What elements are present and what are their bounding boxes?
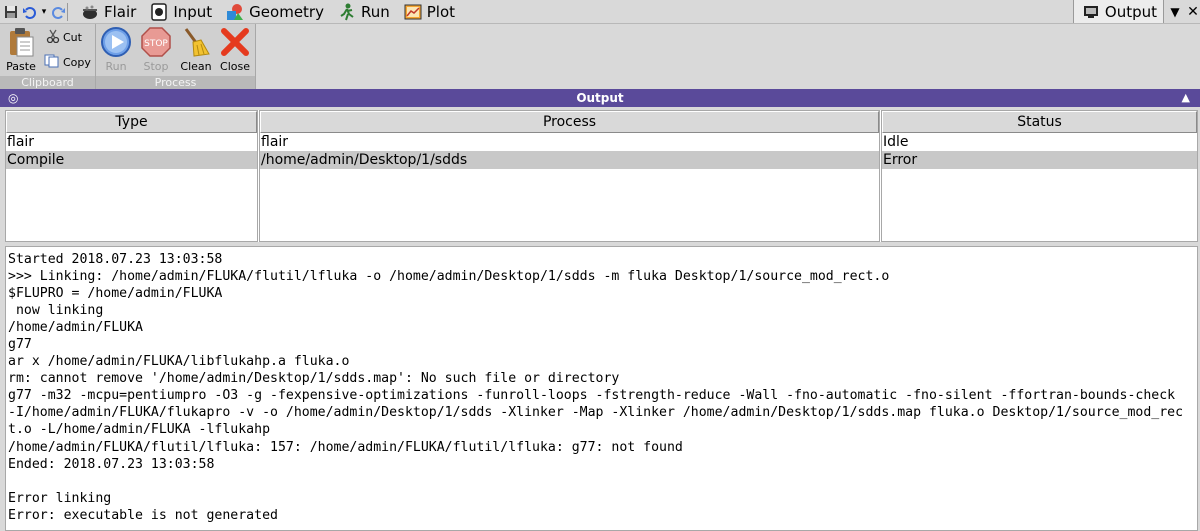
run-button[interactable]: Run (96, 26, 136, 73)
copy-button[interactable]: Copy (44, 54, 91, 71)
output-panel-header: ◎ Output ▲ (0, 89, 1200, 107)
run-play-icon (100, 26, 132, 58)
pin-icon[interactable]: ◎ (8, 89, 18, 107)
table-row[interactable]: Error (882, 151, 1197, 169)
tab-dropdown-icon[interactable]: ▼ (1164, 0, 1186, 23)
tab-output[interactable]: Output (1072, 0, 1164, 23)
run-label: Run (105, 60, 127, 73)
paste-button[interactable]: Paste (1, 26, 41, 73)
scissors-icon (46, 29, 60, 46)
tab-close-icon[interactable]: ✕ (1186, 0, 1200, 23)
input-card-icon (150, 2, 168, 21)
clean-button[interactable]: Clean (176, 26, 216, 73)
collapse-icon[interactable]: ▲ (1182, 89, 1190, 107)
close-label: Close (220, 60, 250, 73)
undo-icon[interactable] (21, 4, 37, 20)
table-row[interactable]: Idle (882, 133, 1197, 151)
redo-icon[interactable] (51, 4, 67, 20)
log-line: -I/home/admin/FLUKA/flukapro -v -o /home… (8, 405, 1184, 421)
log-line: >>> Linking: /home/admin/FLUKA/flutil/lf… (8, 269, 890, 285)
output-panel-title: Output (576, 91, 624, 105)
paste-label: Paste (6, 60, 36, 73)
tab-flair-label: Flair (104, 2, 137, 21)
toolbar-separator (67, 2, 71, 21)
process-group: Run STOP Stop Clean Close Process (96, 24, 256, 90)
stop-button[interactable]: STOP Stop (136, 26, 176, 73)
table-row[interactable]: Compile (6, 151, 257, 169)
status-column: Status Idle Error (881, 110, 1198, 242)
flair-cauldron-icon (81, 3, 99, 21)
log-line: rm: cannot remove '/home/admin/Desktop/1… (8, 371, 620, 387)
log-line: /home/admin/FLUKA/flutil/lfluka: 157: /h… (8, 439, 683, 455)
ribbon: Paste Cut Copy Clipboard Run STOP Stop C… (0, 23, 1200, 90)
table-row[interactable]: /home/admin/Desktop/1/sdds (260, 151, 879, 169)
process-column-header[interactable]: Process (260, 111, 879, 133)
tab-flair[interactable]: Flair (73, 0, 142, 23)
tab-geometry[interactable]: Geometry (218, 0, 330, 23)
log-line: $FLUPRO = /home/admin/FLUKA (8, 286, 223, 302)
clean-label: Clean (180, 60, 212, 73)
close-button[interactable]: Close (215, 26, 255, 73)
output-monitor-icon (1082, 3, 1100, 21)
tab-output-label: Output (1104, 2, 1157, 21)
tab-plot-label: Plot (426, 2, 456, 21)
tab-plot[interactable]: Plot (396, 0, 461, 23)
plot-chart-icon (404, 3, 422, 21)
clipboard-group: Paste Cut Copy Clipboard (0, 24, 96, 90)
process-group-label: Process (96, 76, 255, 90)
log-line: now linking (8, 303, 104, 319)
type-column: Type flair Compile (5, 110, 258, 242)
output-log[interactable]: Started 2018.07.23 13:03:58 >>> Linking: … (5, 246, 1198, 531)
log-line: Error: executable is not generated (8, 507, 278, 523)
log-line: Ended: 2018.07.23 13:03:58 (8, 456, 215, 472)
table-row[interactable]: flair (6, 133, 257, 151)
stop-label: Stop (143, 60, 169, 73)
tab-run-label: Run (360, 2, 390, 21)
log-line: Started 2018.07.23 13:03:58 (8, 252, 223, 267)
paste-clipboard-icon (5, 26, 37, 58)
clipboard-group-label: Clipboard (0, 76, 95, 90)
close-x-icon (219, 26, 251, 58)
stop-sign-icon: STOP (140, 26, 172, 58)
cut-button[interactable]: Cut (46, 29, 82, 46)
log-line: Error linking (8, 490, 112, 506)
cut-label: Cut (63, 31, 82, 44)
type-column-header[interactable]: Type (6, 111, 257, 133)
status-column-header[interactable]: Status (882, 111, 1197, 133)
top-tab-bar: ▾ Flair Input Geometry Run Plot Output ▼… (0, 0, 1200, 23)
broom-icon (180, 26, 212, 58)
copy-pages-icon (44, 54, 60, 71)
tab-geometry-label: Geometry (249, 2, 324, 21)
save-icon[interactable] (3, 4, 19, 20)
table-row[interactable]: flair (260, 133, 879, 151)
svg-text:STOP: STOP (144, 39, 168, 49)
copy-label: Copy (63, 56, 91, 69)
process-column: Process flair /home/admin/Desktop/1/sdds (259, 110, 880, 242)
undo-dropdown-icon[interactable]: ▾ (39, 4, 49, 20)
log-line: /home/admin/FLUKA (8, 320, 143, 336)
tab-run[interactable]: Run (330, 0, 396, 23)
log-line: ar x /home/admin/FLUKA/libflukahp.a fluk… (8, 354, 350, 370)
log-line: t.o -L/home/admin/FLUKA -lflukahp (8, 422, 271, 438)
geometry-shapes-icon (226, 3, 244, 21)
tab-input[interactable]: Input (142, 0, 218, 23)
tab-input-label: Input (173, 2, 213, 21)
quick-access-toolbar: ▾ (0, 0, 67, 23)
log-line: g77 (8, 337, 32, 353)
process-table: Type flair Compile Process flair /home/a… (5, 110, 1198, 242)
log-line: g77 -m32 -mcpu=pentiumpro -O3 -g -fexpen… (8, 388, 1176, 404)
run-figure-icon (338, 3, 356, 21)
